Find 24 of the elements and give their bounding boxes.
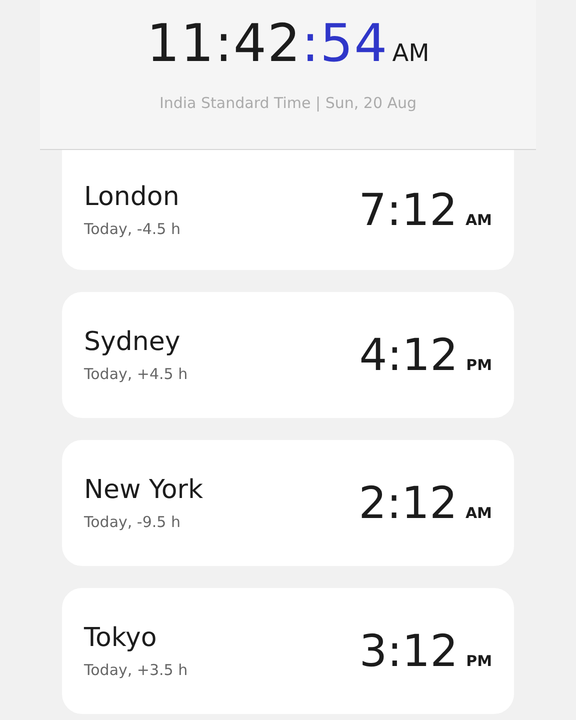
city-name: New York (84, 475, 204, 505)
clock-time: 11:42 (146, 14, 302, 74)
city-card[interactable]: London Today, -4.5 h 7:12 AM (62, 150, 514, 270)
time-period: PM (466, 652, 492, 670)
city-time: 2:12 (358, 478, 458, 528)
time-period: AM (465, 504, 492, 522)
city-card[interactable]: Tokyo Today, +3.5 h 3:12 PM (62, 588, 514, 714)
time-offset: Today, +4.5 h (84, 365, 188, 383)
clock-seconds: :54 (302, 14, 388, 74)
city-time: 7:12 (358, 184, 458, 236)
clock-period: AM (392, 39, 430, 67)
time-offset: Today, +3.5 h (84, 661, 188, 679)
time-period: PM (466, 356, 492, 374)
city-name: Sydney (84, 327, 182, 357)
time-offset: Today, -9.5 h (84, 513, 182, 531)
time-offset: Today, -4.5 h (84, 220, 180, 238)
city-time: 3:12 (359, 626, 458, 676)
city-card[interactable]: Sydney Today, +4.5 h 4:12 PM (62, 292, 514, 418)
city-name: London (84, 182, 180, 212)
city-name: Tokyo (84, 623, 158, 653)
city-time: 4:12 (359, 330, 458, 380)
time-period: AM (465, 210, 492, 228)
city-card[interactable]: New York Today, -9.5 h 2:12 AM (62, 440, 514, 566)
timezone-date: India Standard Time | Sun, 20 Aug (159, 94, 417, 112)
